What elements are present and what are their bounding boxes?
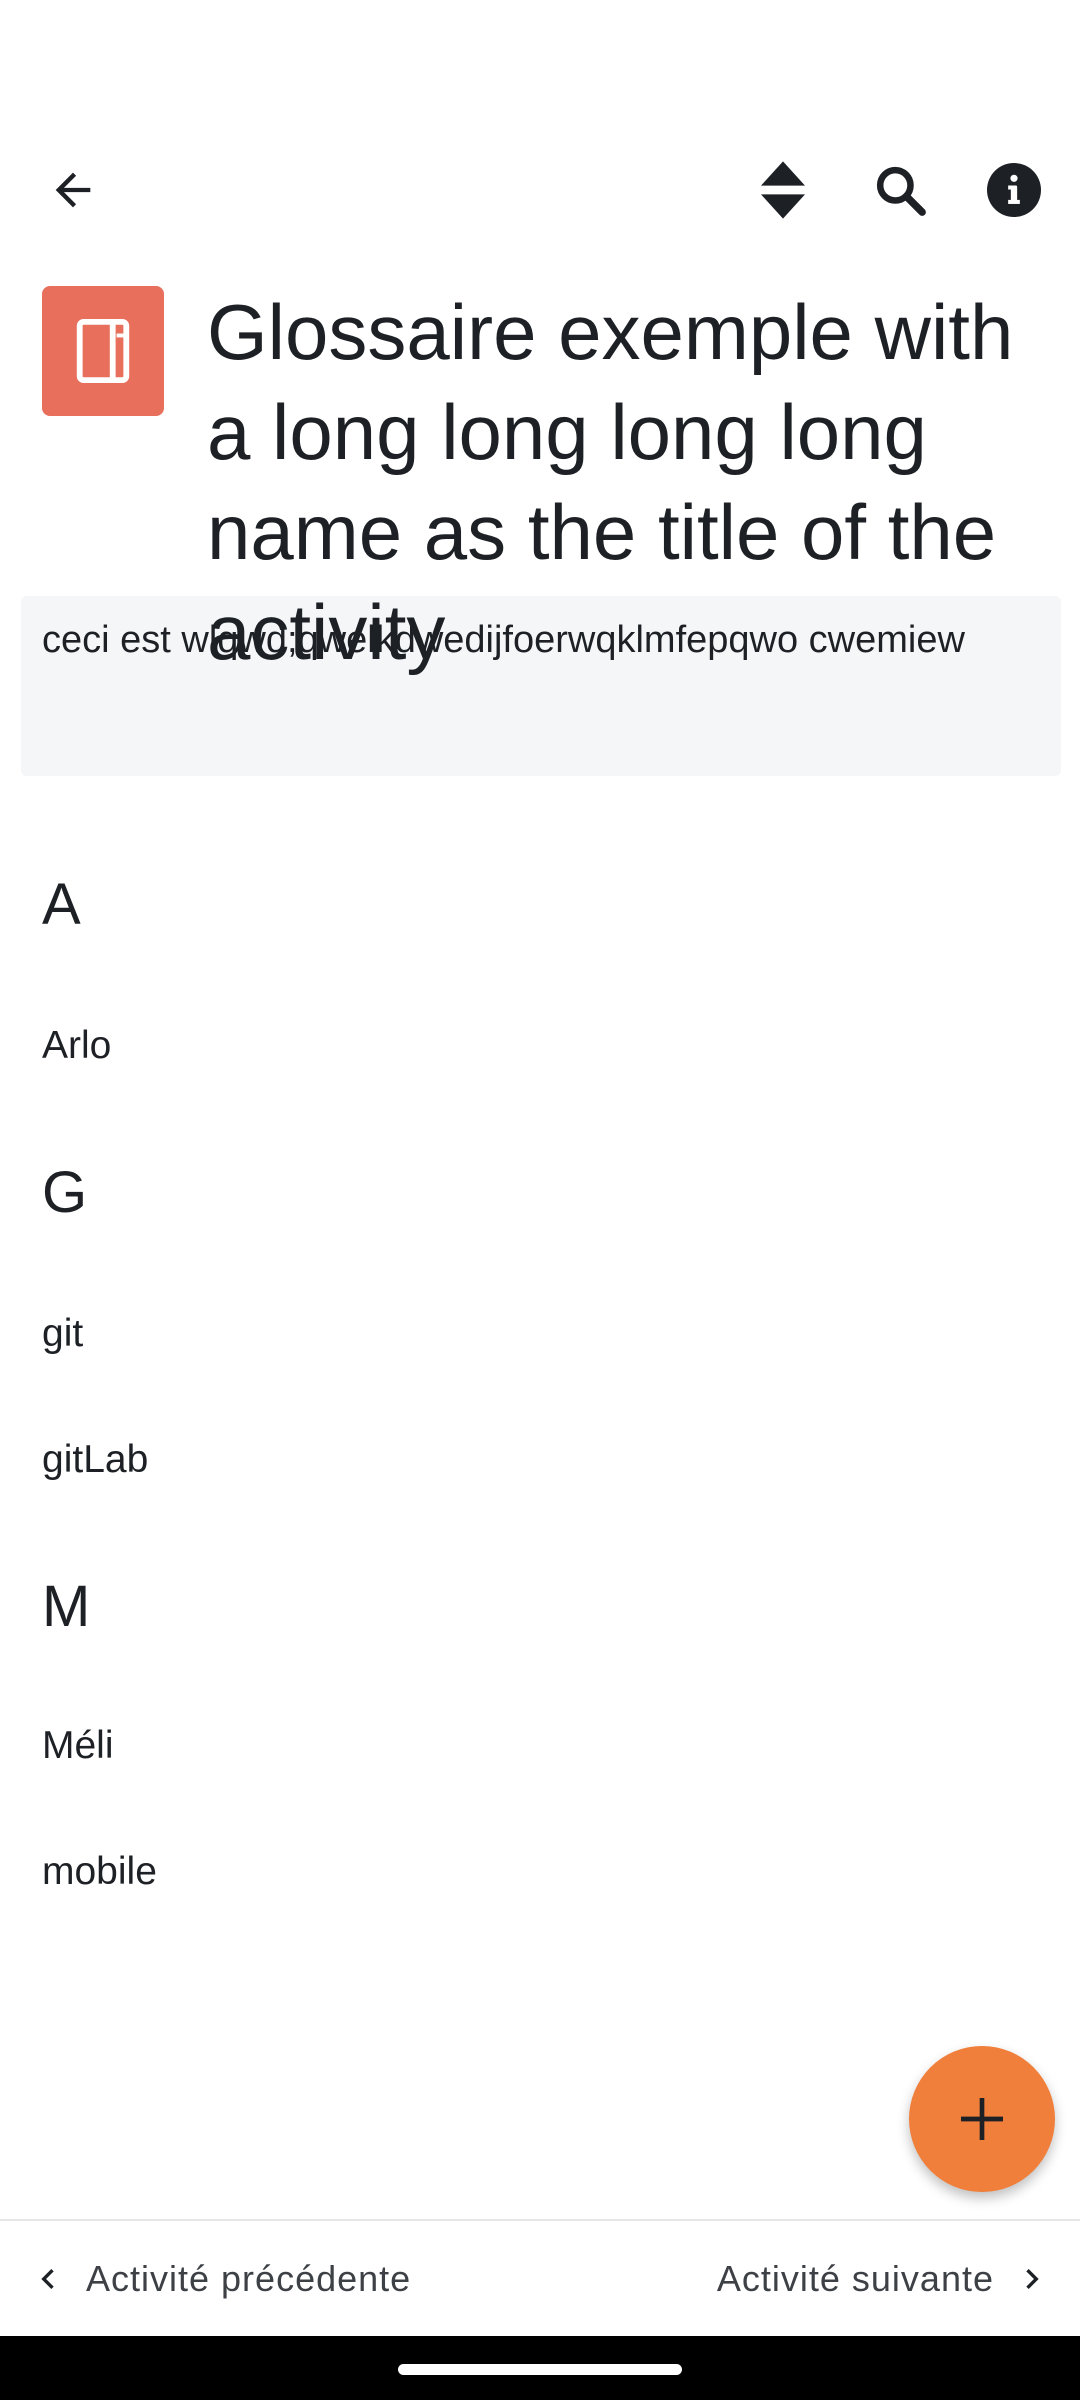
- glossary-book-icon: [76, 318, 130, 384]
- next-activity-label: Activité suivante: [716, 2257, 994, 2299]
- search-button[interactable]: [855, 145, 945, 235]
- info-button[interactable]: [969, 145, 1059, 235]
- previous-activity-label: Activité précédente: [86, 2257, 412, 2299]
- chevron-left-icon: [41, 2268, 54, 2289]
- screen: Glossaire exemple with a long long long …: [0, 0, 1080, 2400]
- glossary-entry[interactable]: gitLab: [0, 1410, 1080, 1510]
- entry-label: git: [42, 1312, 84, 1355]
- activity-title: Glossaire exemple with a long long long …: [207, 288, 1014, 676]
- glossary-entry[interactable]: mobile: [0, 1822, 1080, 1922]
- entry-label: Méli: [42, 1724, 114, 1767]
- glossary-entry[interactable]: git: [0, 1284, 1080, 1384]
- plus-icon: [961, 2098, 1003, 2140]
- previous-activity-button[interactable]: Activité précédente: [28, 2221, 411, 2336]
- home-gesture-handle[interactable]: [398, 2364, 682, 2375]
- entry-label: Arlo: [42, 1024, 112, 1067]
- activity-icon: [42, 286, 164, 416]
- activity-navigation: Activité précédente Activité suivante: [0, 2219, 1080, 2336]
- info-icon: [987, 163, 1041, 217]
- entry-label: mobile: [42, 1850, 157, 1893]
- system-navigation-bar: [0, 2336, 1080, 2400]
- sort-icon: [761, 161, 805, 219]
- entry-label: gitLab: [42, 1438, 149, 1481]
- back-button[interactable]: [28, 145, 118, 235]
- arrow-left-icon: [55, 172, 91, 208]
- section-letter-m: M: [42, 1574, 91, 1639]
- add-entry-button[interactable]: [909, 2046, 1055, 2192]
- top-app-bar: [0, 130, 1080, 250]
- glossary-entry[interactable]: Arlo: [0, 996, 1080, 1096]
- section-letter-g: G: [42, 1160, 88, 1225]
- glossary-entry[interactable]: Méli: [0, 1696, 1080, 1796]
- chevron-right-icon: [1026, 2268, 1039, 2289]
- section-letter-a: A: [42, 872, 81, 937]
- sort-button[interactable]: [738, 145, 828, 235]
- search-icon: [876, 166, 926, 216]
- next-activity-button[interactable]: Activité suivante: [717, 2221, 1052, 2336]
